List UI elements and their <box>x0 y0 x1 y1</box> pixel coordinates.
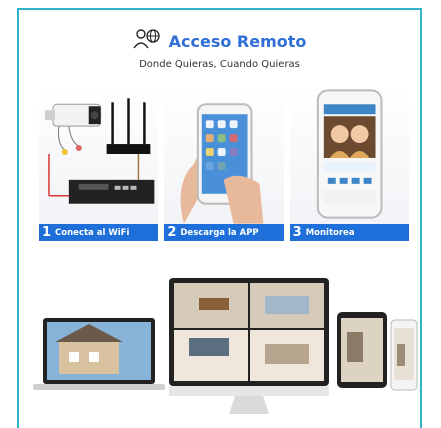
title-row: Acceso Remoto <box>19 28 420 55</box>
step-label: Descarga la APP <box>180 227 259 238</box>
step-connect-wifi: 1 Conecta al WiFi <box>39 224 159 241</box>
user-globe-icon <box>133 28 161 55</box>
product-frame: Acceso Remoto Donde Quieras, Cuando Quie… <box>17 8 422 428</box>
step-number: 1 <box>42 225 52 240</box>
step-bars: 1 Conecta al WiFi 2 Descarga la APP 3 Mo… <box>39 224 409 241</box>
devices-illustration <box>29 268 419 418</box>
step-label: Monitorea <box>305 227 355 238</box>
step-monitor: 3 Monitorea <box>289 224 409 241</box>
page-title: Acceso Remoto <box>168 32 307 51</box>
step-download-app: 2 Descarga la APP <box>164 224 284 241</box>
header: Acceso Remoto Donde Quieras, Cuando Quie… <box>19 28 420 70</box>
monitor-illustration <box>169 278 329 414</box>
page-subtitle: Donde Quieras, Cuando Quieras <box>139 59 300 70</box>
phone-illustration <box>390 319 418 391</box>
step-number: 2 <box>167 225 177 240</box>
step-panels <box>39 84 409 224</box>
panel-download-illustration <box>164 84 284 224</box>
step-label: Conecta al WiFi <box>55 227 130 238</box>
tablet-illustration <box>337 312 387 388</box>
panel-connect-illustration <box>39 84 159 224</box>
laptop-illustration <box>33 318 165 390</box>
panel-monitor-illustration <box>289 84 409 224</box>
step-number: 3 <box>292 225 302 240</box>
